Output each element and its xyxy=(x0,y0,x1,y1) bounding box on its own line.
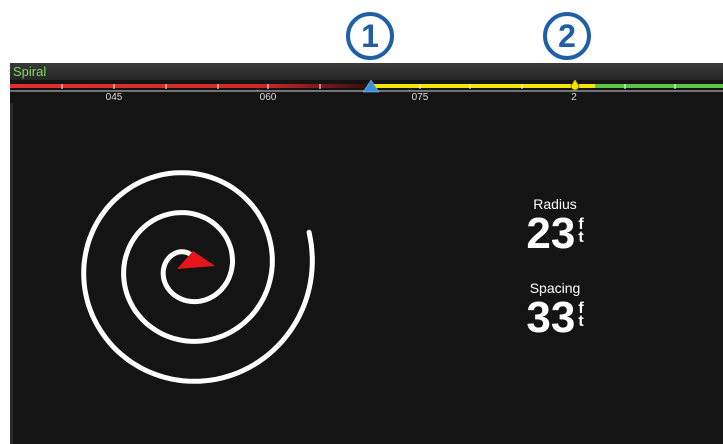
radius-value-group: 23 f t xyxy=(526,212,583,256)
callout-1: 1 xyxy=(346,12,394,60)
course-line xyxy=(371,84,595,88)
heading-tick-label: 060 xyxy=(260,92,277,102)
heading-tick-label: 075 xyxy=(412,92,429,102)
heading-tick-label: 045 xyxy=(106,92,123,102)
title-bar: Spiral xyxy=(10,63,723,80)
radius-unit: f t xyxy=(578,217,584,246)
screen-title: Spiral xyxy=(13,64,47,79)
heading-tick-label: 2 xyxy=(571,92,577,102)
port-bar xyxy=(10,84,365,88)
spacing-value: 33 xyxy=(526,293,576,342)
starboard-bar xyxy=(595,84,723,88)
spiral-path xyxy=(81,170,315,384)
autopilot-screen: Spiral 045 060 075 2 Radius 23 f t Spaci… xyxy=(10,63,723,444)
waypoint-marker-icon xyxy=(570,80,580,91)
spiral-pattern-view xyxy=(10,103,340,441)
callout-2: 2 xyxy=(543,12,591,60)
spacing-value-group: 33 f t xyxy=(526,296,583,340)
spacing-readout: Spacing 33 f t xyxy=(465,280,645,340)
radius-readout: Radius 23 f t xyxy=(465,196,645,256)
radius-unit-bottom: t xyxy=(578,229,584,246)
radius-value: 23 xyxy=(526,209,576,258)
spacing-unit-bottom: t xyxy=(578,313,584,330)
heading-bar: 045 060 075 2 xyxy=(10,80,723,102)
spacing-unit: f t xyxy=(578,301,584,330)
